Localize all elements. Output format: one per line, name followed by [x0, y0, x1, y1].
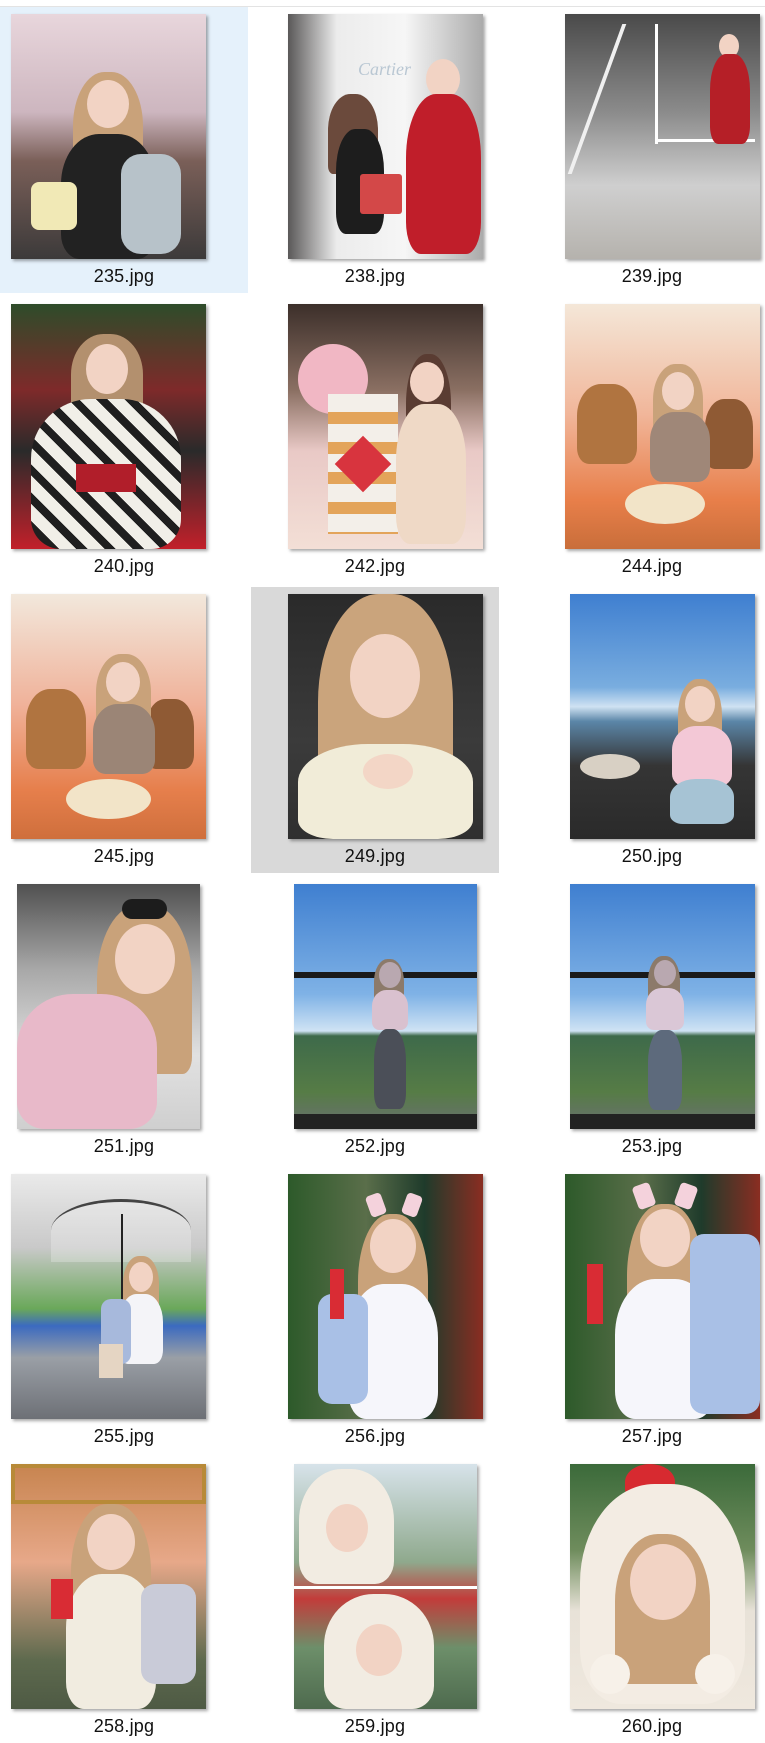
image-thumbnail [11, 594, 206, 839]
file-name: 256.jpg [344, 1426, 406, 1446]
image-thumbnail [288, 1174, 483, 1419]
file-name: 260.jpg [621, 1716, 683, 1736]
file-name: 250.jpg [621, 846, 683, 866]
window-top-edge [0, 0, 765, 7]
file-name: 242.jpg [344, 556, 406, 576]
image-thumbnail [294, 884, 477, 1129]
file-name: 240.jpg [93, 556, 155, 576]
file-item[interactable]: 245.jpg [0, 587, 248, 873]
file-name: 257.jpg [621, 1426, 683, 1446]
file-item[interactable]: 244.jpg [528, 297, 765, 583]
file-name: 251.jpg [93, 1136, 155, 1156]
file-name: 238.jpg [344, 266, 406, 286]
file-item[interactable]: 252.jpg [251, 877, 499, 1163]
file-item[interactable]: 240.jpg [0, 297, 248, 583]
image-thumbnail [17, 884, 200, 1129]
image-thumbnail [570, 884, 755, 1129]
file-name: 249.jpg [344, 846, 406, 866]
image-thumbnail [570, 594, 755, 839]
file-name: 244.jpg [621, 556, 683, 576]
file-item[interactable]: 239.jpg [528, 7, 765, 293]
file-name: 252.jpg [344, 1136, 406, 1156]
file-name: 235.jpg [93, 266, 155, 286]
file-name: 255.jpg [93, 1426, 155, 1446]
image-thumbnail [11, 1464, 206, 1709]
image-thumbnail [288, 304, 483, 549]
file-name: 258.jpg [93, 1716, 155, 1736]
file-item[interactable]: 242.jpg [251, 297, 499, 583]
file-name: 239.jpg [621, 266, 683, 286]
file-item[interactable]: 258.jpg [0, 1457, 248, 1743]
file-item[interactable]: 253.jpg [528, 877, 765, 1163]
file-item[interactable]: 255.jpg [0, 1167, 248, 1453]
file-item[interactable]: 260.jpg [528, 1457, 765, 1743]
file-item[interactable]: Cartier 238.jpg [251, 7, 499, 293]
file-name: 253.jpg [621, 1136, 683, 1156]
file-item[interactable]: 250.jpg [528, 587, 765, 873]
file-item[interactable]: 235.jpg [0, 7, 248, 293]
image-thumbnail [565, 14, 760, 259]
image-thumbnail [294, 1464, 477, 1709]
file-item[interactable]: 256.jpg [251, 1167, 499, 1453]
file-item[interactable]: 257.jpg [528, 1167, 765, 1453]
image-thumbnail: Cartier [288, 14, 483, 259]
file-item[interactable]: 259.jpg [251, 1457, 499, 1743]
file-name: 245.jpg [93, 846, 155, 866]
image-thumbnail [565, 1174, 760, 1419]
file-item[interactable]: 251.jpg [0, 877, 248, 1163]
image-thumbnail [570, 1464, 755, 1709]
image-thumbnail [11, 1174, 206, 1419]
file-item[interactable]: 249.jpg [251, 587, 499, 873]
file-name: 259.jpg [344, 1716, 406, 1736]
image-thumbnail [11, 304, 206, 549]
image-thumbnail [288, 594, 483, 839]
image-thumbnail [11, 14, 206, 259]
image-thumbnail [565, 304, 760, 549]
